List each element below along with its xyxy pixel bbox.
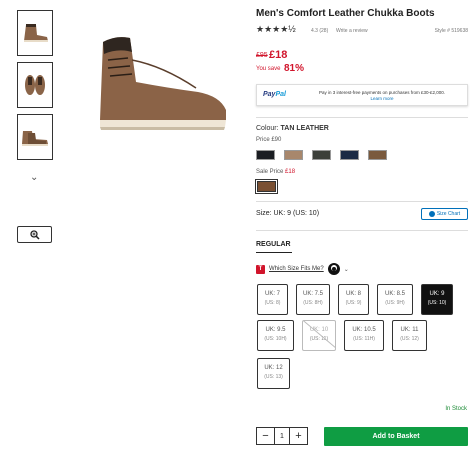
info-icon bbox=[428, 211, 435, 217]
colour-price-label: Price £90 bbox=[256, 137, 282, 143]
stock-status: In Stock bbox=[445, 406, 467, 412]
colour-swatch[interactable] bbox=[284, 150, 303, 160]
divider bbox=[256, 201, 468, 202]
quantity-increase-button[interactable]: + bbox=[290, 428, 307, 444]
zoom-button[interactable] bbox=[17, 226, 52, 243]
you-save-label: You save bbox=[256, 66, 281, 72]
thumbnail-list bbox=[17, 10, 54, 166]
thumbnail-pair-view[interactable] bbox=[17, 114, 53, 160]
size-option[interactable]: UK: 12 (US: 13) bbox=[257, 358, 290, 389]
size-chart-button[interactable]: Size Chart bbox=[421, 208, 468, 220]
colour-swatches bbox=[256, 150, 387, 160]
sale-price: £18 bbox=[269, 49, 288, 61]
rating-value[interactable]: 4.3 (28) bbox=[311, 28, 328, 34]
divider bbox=[256, 117, 468, 118]
star-rating-icon: ★★★★½ bbox=[256, 24, 296, 34]
quantity-input[interactable]: 1 bbox=[274, 428, 290, 444]
style-number: Style # 519638 bbox=[434, 28, 468, 34]
paypal-message: Pay in 3 interest-free payments on purch… bbox=[318, 90, 446, 101]
chevron-down-icon[interactable]: ⌄ bbox=[344, 266, 349, 273]
size-option-selected[interactable]: UK: 9 (US: 10) bbox=[421, 284, 453, 315]
was-price: £95 bbox=[256, 52, 268, 59]
size-option[interactable]: UK: 7 (US: 8) bbox=[257, 284, 288, 315]
thumbnail-side-view[interactable] bbox=[17, 10, 53, 56]
write-review-link[interactable]: Write a review bbox=[336, 28, 368, 34]
size-option-unavailable[interactable]: UK: 10 (US: 11) bbox=[302, 320, 336, 351]
fit-tab-regular[interactable]: REGULAR bbox=[256, 241, 291, 248]
size-option[interactable]: UK: 11 (US: 12) bbox=[392, 320, 427, 351]
colour-swatch[interactable] bbox=[368, 150, 387, 160]
fit-finder-logo-icon: T bbox=[256, 264, 265, 274]
size-option[interactable]: UK: 8.5 (US: 9H) bbox=[377, 284, 413, 315]
size-option[interactable]: UK: 8 (US: 9) bbox=[338, 284, 369, 315]
product-title: Men's Comfort Leather Chukka Boots bbox=[256, 8, 435, 19]
quantity-decrease-button[interactable]: − bbox=[257, 428, 274, 444]
sale-colour-swatch[interactable] bbox=[255, 179, 278, 194]
sale-price-label: Sale Price £18 bbox=[256, 169, 296, 175]
colour-label: Colour: TAN LEATHER bbox=[256, 125, 329, 132]
size-option[interactable]: UK: 10.5 (US: 11H) bbox=[344, 320, 384, 351]
quantity-stepper: − 1 + bbox=[256, 427, 308, 445]
paypal-learn-more-link[interactable]: Learn more bbox=[370, 96, 393, 101]
avatar-icon[interactable] bbox=[327, 263, 340, 275]
colour-swatch[interactable] bbox=[340, 150, 359, 160]
zoom-in-icon bbox=[29, 229, 40, 240]
fit-tab-underline bbox=[256, 252, 292, 253]
selected-size-label: Size: UK: 9 (US: 10) bbox=[256, 210, 320, 217]
size-option[interactable]: UK: 7.5 (US: 8H) bbox=[296, 284, 330, 315]
boot-top-thumb-icon bbox=[25, 75, 45, 95]
colour-swatch[interactable] bbox=[256, 150, 275, 160]
thumbnail-chevron-down-icon[interactable]: ⌄ bbox=[30, 172, 38, 183]
rating-row: ★★★★½ 4.3 (28) Write a review Style # 51… bbox=[256, 24, 468, 37]
add-to-basket-button[interactable]: Add to Basket bbox=[324, 427, 468, 446]
fit-finder-row: T Which Size Fits Me? ⌄ bbox=[256, 263, 349, 275]
paypal-banner: PayPal Pay in 3 interest-free payments o… bbox=[256, 84, 468, 106]
save-percent: 81% bbox=[284, 63, 305, 74]
which-size-fits-me-link[interactable]: Which Size Fits Me? bbox=[269, 266, 324, 272]
paypal-logo-icon: PayPal bbox=[263, 91, 286, 98]
divider bbox=[256, 230, 468, 231]
thumbnail-top-view[interactable] bbox=[17, 62, 53, 108]
size-option[interactable]: UK: 9.5 (US: 10H) bbox=[257, 320, 294, 351]
main-product-image bbox=[100, 37, 226, 130]
boot-pair-thumb-icon bbox=[22, 131, 48, 146]
boot-side-thumb-icon bbox=[24, 24, 48, 42]
colour-swatch[interactable] bbox=[312, 150, 331, 160]
